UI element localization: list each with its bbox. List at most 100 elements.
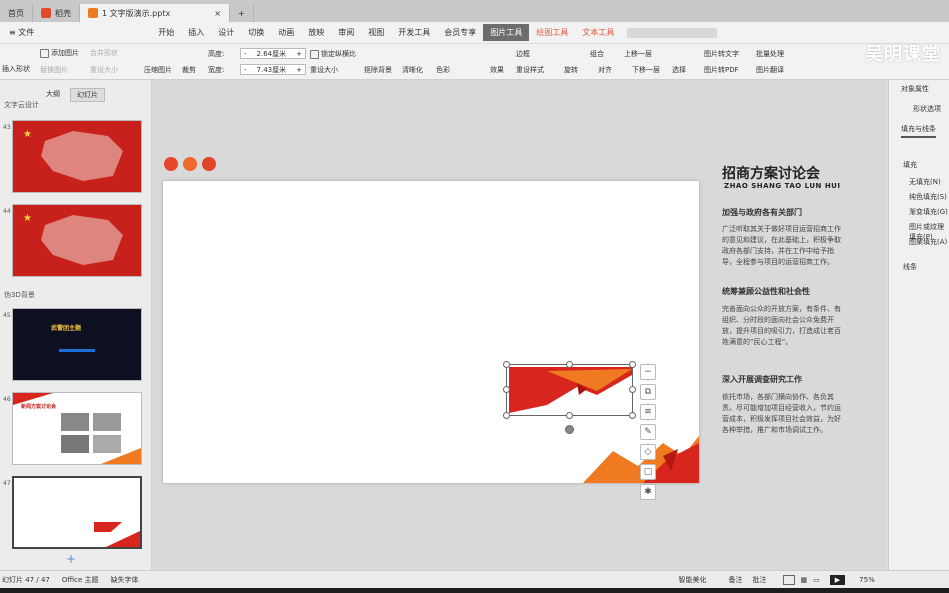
normal-view-icon[interactable] (782, 574, 795, 585)
radio-pattern-fill[interactable]: 图案填充(A) (909, 237, 947, 247)
resize-handle[interactable] (503, 386, 510, 393)
smart-beautify-button[interactable]: 智能美化 (679, 575, 707, 585)
section-header-2[interactable]: 伪3D背景 (4, 290, 35, 300)
matting-button[interactable]: 抠除背景 (364, 65, 392, 75)
menu-drawing-tools[interactable]: 绘图工具 (529, 27, 575, 38)
width-minus[interactable]: - (244, 66, 247, 74)
crop-button[interactable]: 裁剪 (182, 65, 196, 75)
shape-icon[interactable]: ◇ (640, 444, 656, 460)
resize-handle[interactable] (629, 386, 636, 393)
radio-no-fill[interactable]: 无填充(N) (909, 177, 941, 187)
frame-icon[interactable]: ▢ (640, 464, 656, 480)
close-icon[interactable]: × (214, 9, 221, 18)
color-button[interactable]: 色彩 (436, 65, 450, 75)
slide-thumbnail-47[interactable] (12, 476, 142, 549)
menu-item-2[interactable]: 设计 (211, 27, 241, 38)
notes-button[interactable]: 备注 (729, 575, 743, 585)
menu-item-3[interactable]: 切换 (241, 27, 271, 38)
align-button[interactable]: 对齐 (598, 65, 612, 75)
resize-handle[interactable] (503, 361, 510, 368)
slide-thumbnail-45[interactable]: 武警团主题 (12, 308, 142, 381)
height-plus[interactable]: + (296, 50, 302, 58)
rotate-handle[interactable] (565, 425, 574, 434)
line-section[interactable]: 线条 (903, 262, 917, 272)
paragraph-2: 完善面向公众的开放方案，有条件、有组织、分时段的面向社会公众免费开放，提升项目的… (722, 305, 841, 346)
combine-shape-button[interactable]: 合并形状 (90, 48, 118, 58)
selected-picture[interactable] (506, 364, 633, 416)
menu-item-4[interactable]: 动画 (271, 27, 301, 38)
add-slide-button[interactable]: + (66, 552, 76, 566)
slide-thumbnail-43[interactable]: ★ (12, 120, 142, 193)
resize-handle[interactable] (566, 412, 573, 419)
menu-item-0[interactable]: 开始 (151, 27, 181, 38)
collapse-icon[interactable]: − (640, 364, 656, 380)
slides-panel: 大纲 幻灯片 文字云设计 43 ★ 44 ★ 伪3D背景 45 武警团主题 46… (0, 80, 152, 570)
layers-icon[interactable]: ≋ (640, 404, 656, 420)
menu-text-tools[interactable]: 文本工具 (575, 27, 621, 38)
pic-to-text-button[interactable]: 图片转文字 (704, 49, 739, 59)
missing-font-button[interactable]: 缺失字体 (111, 575, 139, 585)
fill-section[interactable]: 填充 (903, 160, 917, 170)
clarity-button[interactable]: 清晰化 (402, 65, 423, 75)
menu-item-8[interactable]: 开发工具 (391, 27, 437, 38)
tab-outline[interactable]: 大纲 (40, 88, 66, 102)
batch-button[interactable]: 批量处理 (756, 49, 784, 59)
radio-solid-fill[interactable]: 纯色填充(S) (909, 192, 947, 202)
height-input[interactable]: - 2.64厘米 + (240, 48, 306, 59)
send-backward-button[interactable]: 下移一层 (632, 65, 660, 75)
resize-handle[interactable] (503, 412, 510, 419)
bring-forward-button[interactable]: 上移一层 (624, 49, 652, 59)
resize-handle[interactable] (566, 361, 573, 368)
zoom-level[interactable]: 75% (859, 576, 875, 584)
add-picture-button[interactable]: 添加图片 (40, 48, 79, 58)
effect-button[interactable]: 效果 (490, 65, 504, 75)
tab-fill-line[interactable]: 填充与线条 (901, 124, 936, 138)
reset-picture-button[interactable]: 重设大小 (90, 65, 118, 75)
rotate-button[interactable]: 旋转 (564, 65, 578, 75)
resize-handle[interactable] (629, 412, 636, 419)
select-button[interactable]: 选择 (672, 65, 686, 75)
radio-gradient-fill[interactable]: 渐变填充(G) (909, 207, 948, 217)
reset-picture-label: 重设大小 (90, 66, 118, 74)
comments-button[interactable]: 批注 (753, 575, 767, 585)
menu-file[interactable]: ≡ 文件 (2, 27, 41, 38)
tab-wps[interactable]: 稻壳 (33, 4, 80, 22)
reading-view-icon[interactable]: ▭ (813, 576, 820, 584)
section-header-1[interactable]: 文字云设计 (4, 100, 39, 110)
slide-sorter-icon[interactable]: ▦ (801, 576, 808, 584)
width-plus[interactable]: + (296, 66, 302, 74)
crop-icon[interactable]: ⧉ (640, 384, 656, 400)
menu-picture-tools[interactable]: 图片工具 (483, 24, 530, 41)
replace-picture-label: 替换图片 (40, 66, 68, 74)
pic-translate-button[interactable]: 图片翻译 (756, 65, 784, 75)
search-box[interactable] (627, 27, 718, 38)
insert-shape-button[interactable]: 插入形状 (2, 64, 30, 74)
height-minus[interactable]: - (244, 50, 247, 58)
reset-size-button[interactable]: 重设大小 (310, 65, 338, 75)
tab-shape-options[interactable]: 形状选项 (913, 104, 941, 114)
lock-ratio-checkbox[interactable]: 锁定纵横比 (310, 49, 356, 59)
width-input[interactable]: - 7.43厘米 + (240, 64, 306, 75)
menu-item-5[interactable]: 放映 (301, 27, 331, 38)
pic-to-pdf-button[interactable]: 图片转PDF (704, 65, 739, 75)
menu-item-1[interactable]: 插入 (181, 27, 211, 38)
group-button[interactable]: 组合 (590, 49, 604, 59)
border-button[interactable]: 边框 (516, 49, 530, 59)
tab-home[interactable]: 首页 (0, 4, 33, 22)
resize-handle[interactable] (629, 361, 636, 368)
pen-icon[interactable]: ✎ (640, 424, 656, 440)
slide-thumbnail-46[interactable]: 新闻方案讨论会 (12, 392, 142, 465)
bulb-icon[interactable]: ✱ (640, 484, 656, 500)
menu-item-9[interactable]: 会员专享 (437, 27, 483, 38)
compress-picture-button[interactable]: 压缩图片 (144, 65, 172, 75)
tab-slides[interactable]: 幻灯片 (70, 88, 105, 102)
play-icon[interactable]: ▶ (829, 574, 846, 585)
new-tab-button[interactable]: + (230, 4, 254, 22)
replace-picture-button[interactable]: 替换图片 (40, 65, 68, 75)
menu-item-6[interactable]: 审阅 (331, 27, 361, 38)
current-slide[interactable] (163, 181, 699, 483)
menu-item-7[interactable]: 视图 (361, 27, 391, 38)
slide-thumbnail-44[interactable]: ★ (12, 204, 142, 277)
reset-style-button[interactable]: 重设样式 (516, 65, 544, 75)
tab-document[interactable]: 1 文字版演示.pptx × (80, 4, 230, 22)
